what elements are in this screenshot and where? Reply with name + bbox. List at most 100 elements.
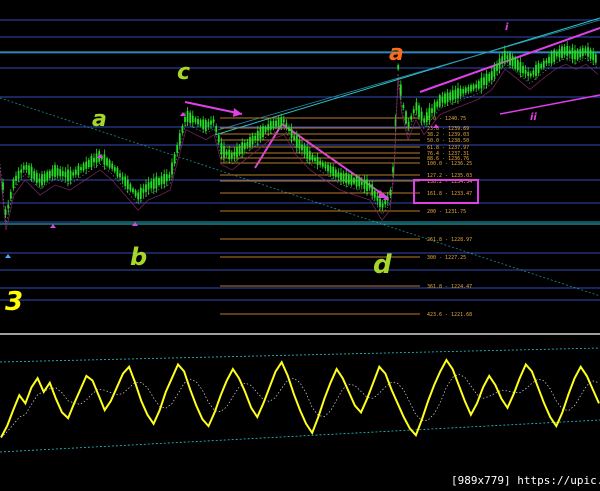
candle-body: [95, 153, 98, 163]
candle-body: [350, 174, 353, 185]
candle-body: [553, 50, 556, 62]
candle-body: [124, 176, 127, 187]
candle-body: [129, 184, 132, 191]
candle-body: [59, 169, 62, 177]
candle-body: [282, 119, 285, 123]
candle-body: [581, 47, 584, 57]
candle-body: [139, 187, 142, 199]
candle-body: [399, 84, 402, 96]
candle-body: [319, 160, 322, 165]
image-host-watermark: [989x779] https://upic.me/: [451, 474, 600, 487]
candle-body: [529, 73, 532, 77]
candle-body: [337, 172, 340, 178]
candle-body: [548, 56, 550, 64]
candle-body: [506, 55, 509, 60]
candle-body: [329, 166, 332, 174]
candle-body: [15, 175, 17, 181]
candle-body: [72, 172, 75, 176]
candle-body: [82, 163, 85, 171]
candle-body: [451, 90, 454, 101]
candle-body: [178, 133, 181, 145]
candle-body: [358, 178, 361, 187]
candle-body: [314, 157, 316, 162]
candle-body: [119, 173, 121, 178]
candle-body: [519, 62, 522, 73]
candle-body: [204, 120, 207, 132]
candle-body: [220, 143, 223, 155]
candle-body: [264, 126, 267, 133]
candle-body: [61, 171, 64, 177]
candle-body: [269, 121, 272, 130]
candle-body: [412, 109, 415, 114]
candle-body: [360, 181, 363, 185]
candle-body: [353, 177, 355, 184]
candle-body: [449, 92, 452, 101]
candle-body: [464, 87, 467, 93]
candle-body: [30, 166, 33, 179]
candle-body: [233, 151, 236, 157]
candle-body: [165, 174, 168, 182]
candle-body: [381, 203, 384, 208]
candle-body: [483, 77, 485, 85]
candle-body: [54, 165, 56, 177]
candle-body: [267, 124, 270, 131]
candle-body: [181, 126, 184, 133]
candle-body: [436, 101, 439, 107]
candle-body: [46, 171, 49, 181]
wave-label-b: b: [130, 243, 147, 271]
candle-body: [477, 81, 480, 89]
candle-body: [184, 116, 186, 123]
candle-body: [511, 56, 514, 67]
candle-body: [217, 135, 220, 143]
candle-body: [340, 172, 342, 180]
candle-body: [113, 167, 116, 172]
fib-level-label: 0.0 - 1240.75: [427, 116, 466, 122]
candle-body: [459, 88, 462, 96]
candle-body: [423, 118, 426, 123]
candle-body: [485, 73, 488, 85]
fib-level-label: 361.8 - 1224.47: [427, 284, 472, 290]
candle-body: [93, 157, 95, 163]
candle-body: [77, 165, 80, 176]
candle-body: [410, 115, 413, 120]
candle-body: [254, 135, 257, 141]
candle-body: [467, 86, 470, 92]
candle-body: [535, 64, 537, 77]
candle-body: [17, 170, 20, 179]
candle-body: [405, 111, 407, 124]
candle-body: [7, 204, 10, 209]
candle-body: [168, 174, 171, 179]
candle-body: [199, 120, 202, 127]
candle-body: [251, 135, 254, 145]
candle-body: [347, 174, 350, 184]
candle-body: [527, 71, 530, 77]
candle-body: [407, 121, 410, 127]
candle-body: [446, 92, 449, 103]
candle-body: [514, 57, 517, 69]
candle-body: [25, 165, 28, 170]
candle-body: [186, 110, 189, 123]
candle-body: [210, 120, 212, 125]
candle-body: [277, 118, 280, 127]
candle-body: [522, 65, 524, 74]
candle-body: [475, 84, 478, 89]
candle-body: [420, 111, 423, 121]
candle-body: [280, 117, 283, 127]
candle-body: [571, 47, 574, 60]
candle-body: [438, 95, 441, 107]
wave-label-c: c: [177, 60, 190, 85]
candle-body: [80, 167, 82, 171]
candle-body: [342, 173, 345, 182]
candle-body: [147, 182, 150, 190]
candle-body: [259, 128, 262, 140]
candle-body: [288, 127, 290, 132]
candle-body: [106, 158, 108, 166]
candle-body: [126, 179, 129, 190]
candle-body: [108, 160, 111, 168]
candle-body: [454, 89, 457, 99]
candle-body: [272, 120, 275, 129]
candle-body: [285, 123, 288, 127]
candle-body: [41, 174, 43, 186]
candle-body: [558, 49, 561, 58]
candle-body: [64, 171, 67, 178]
